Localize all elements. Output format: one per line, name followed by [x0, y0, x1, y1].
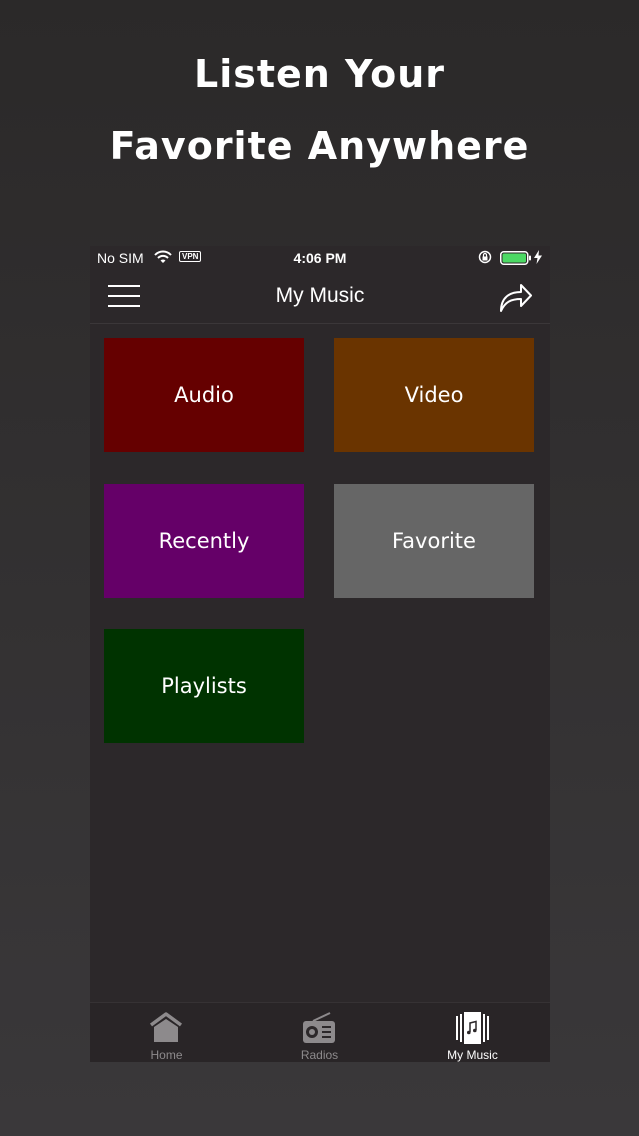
- playlists-tile-label: Playlists: [161, 674, 247, 698]
- audio-tile[interactable]: Audio: [104, 338, 304, 452]
- playlists-tile[interactable]: Playlists: [104, 629, 304, 743]
- tab-my-music-label: My Music: [447, 1048, 498, 1062]
- share-icon[interactable]: [498, 280, 534, 314]
- navigation-bar: My Music: [90, 270, 550, 324]
- page-title: My Music: [275, 284, 365, 307]
- recently-tile-label: Recently: [158, 529, 250, 553]
- music-library-icon: [453, 1011, 491, 1045]
- favorite-tile-label: Favorite: [392, 529, 476, 553]
- tab-radios[interactable]: Radios: [243, 1003, 396, 1062]
- promo-title-line-1: Listen Your: [193, 52, 445, 96]
- tab-home[interactable]: Home: [90, 1003, 243, 1062]
- video-tile[interactable]: Video: [334, 338, 534, 452]
- home-icon: [147, 1011, 185, 1045]
- battery-icon: [500, 251, 532, 268]
- promo-title-line-2: Favorite Anywhere: [109, 124, 530, 168]
- status-bar: No SIM VPN 4:06 PM: [90, 246, 550, 270]
- tab-radios-label: Radios: [300, 1048, 339, 1062]
- radio-icon: [300, 1011, 338, 1045]
- video-tile-label: Video: [404, 383, 464, 407]
- tab-bar: Home Radios My Music: [90, 1002, 550, 1062]
- tab-my-music[interactable]: My Music: [396, 1003, 549, 1062]
- recently-tile[interactable]: Recently: [104, 484, 304, 598]
- tab-home-label: Home: [150, 1048, 183, 1062]
- rotation-lock-icon: [478, 250, 492, 267]
- phone-screen: No SIM VPN 4:06 PM My Music Audio Video …: [90, 246, 550, 1062]
- favorite-tile[interactable]: Favorite: [334, 484, 534, 598]
- charging-bolt-icon: [534, 250, 542, 267]
- audio-tile-label: Audio: [174, 383, 234, 407]
